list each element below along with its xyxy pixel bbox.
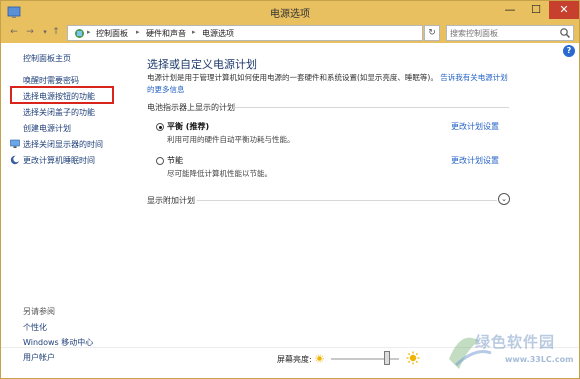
close-button[interactable]: ✕ xyxy=(549,1,579,19)
power-options-window: 电源选项 — ☐ ✕ ← → ▾ ↑ ▸ 控制面板 ▸ 硬件和声音 ▸ 电源选项… xyxy=(0,0,580,379)
breadcrumb-item-power-options[interactable]: 电源选项 xyxy=(202,28,234,39)
breadcrumb-separator[interactable]: ▸ xyxy=(192,28,196,36)
search-box[interactable] xyxy=(446,25,574,41)
breadcrumb-item-hardware-sound[interactable]: 硬件和声音 xyxy=(146,28,186,39)
sidebar-item-display-off[interactable]: 选择关闭显示器的时间 xyxy=(23,139,103,150)
search-icon[interactable] xyxy=(559,27,571,39)
divider xyxy=(233,107,509,108)
up-button[interactable]: ↑ xyxy=(49,25,63,39)
moon-icon xyxy=(10,155,20,165)
chevron-down-icon[interactable]: ⌄ xyxy=(498,193,510,205)
highlight-box xyxy=(10,86,114,104)
monitor-icon xyxy=(10,139,20,148)
brightness-high-icon xyxy=(406,351,420,365)
back-button[interactable]: ← xyxy=(7,25,21,39)
maximize-button[interactable]: ☐ xyxy=(523,1,549,19)
sidebar-item-sleep-time[interactable]: 更改计算机睡眠时间 xyxy=(23,155,95,166)
watermark-text: 绿色软件园 xyxy=(475,333,556,351)
page-title: 选择或自定义电源计划 xyxy=(147,58,257,71)
search-input[interactable] xyxy=(450,27,558,39)
window-title: 电源选项 xyxy=(270,9,310,20)
breadcrumb-separator[interactable]: ▸ xyxy=(136,28,140,36)
brightness-label: 屏幕亮度: xyxy=(277,355,312,364)
forward-button[interactable]: → xyxy=(23,25,37,39)
page-description: 电源计划是用于管理计算机如何使用电源的一套硬件和系统设置(如显示亮度、睡眠等)。… xyxy=(147,72,512,96)
breadcrumb-separator[interactable]: ▸ xyxy=(87,28,91,36)
see-also-heading: 另请参阅 xyxy=(23,307,55,316)
control-panel-icon xyxy=(75,29,84,38)
plan-balanced-radio[interactable] xyxy=(156,123,164,131)
battery-plans-group-label: 电池指示器上显示的计划 xyxy=(147,103,235,112)
plan-power-saver-description: 尽可能降低计算机性能以节能。 xyxy=(167,169,272,178)
sidebar-item-lid-close[interactable]: 选择关闭盖子的功能 xyxy=(23,107,95,118)
breadcrumb-item-control-panel[interactable]: 控制面板 xyxy=(96,28,128,39)
refresh-button[interactable]: ↻ xyxy=(424,25,440,41)
sidebar-item-create-plan[interactable]: 创建电源计划 xyxy=(23,123,71,134)
address-bar: ← → ▾ ↑ ▸ 控制面板 ▸ 硬件和声音 ▸ 电源选项 ▾ ↻ xyxy=(1,23,579,43)
see-also-user-accounts[interactable]: 用户帐户 xyxy=(23,352,55,363)
plan-balanced-description: 利用可用的硬件自动平衡功耗与性能。 xyxy=(167,135,295,144)
help-icon[interactable]: ? xyxy=(563,45,575,57)
breadcrumb[interactable]: ▸ 控制面板 ▸ 硬件和声音 ▸ 电源选项 ▾ xyxy=(67,25,481,41)
see-also-personalization[interactable]: 个性化 xyxy=(23,322,47,333)
plan-power-saver-radio[interactable] xyxy=(156,157,164,165)
minimize-button[interactable]: — xyxy=(497,1,523,19)
plan-balanced-name[interactable]: 平衡 (推荐) xyxy=(167,121,209,132)
brightness-low-icon xyxy=(315,354,324,363)
plan-balanced-edit-link[interactable]: 更改计划设置 xyxy=(451,121,499,132)
divider xyxy=(197,200,497,201)
plan-power-saver-name[interactable]: 节能 xyxy=(167,155,183,166)
sidebar-item-wake-password[interactable]: 唤醒时需要密码 xyxy=(23,75,79,86)
watermark-url: www.33LC.com xyxy=(505,355,574,364)
description-text: 电源计划是用于管理计算机如何使用电源的一套硬件和系统设置(如显示亮度、睡眠等)。 xyxy=(147,73,438,82)
more-plans-label[interactable]: 显示附加计划 xyxy=(147,195,195,206)
title-bar[interactable]: 电源选项 — ☐ ✕ xyxy=(1,1,579,23)
brightness-slider-thumb[interactable] xyxy=(384,351,390,365)
plan-power-saver-edit-link[interactable]: 更改计划设置 xyxy=(451,155,499,166)
sidebar-home-link[interactable]: 控制面板主页 xyxy=(23,53,71,64)
